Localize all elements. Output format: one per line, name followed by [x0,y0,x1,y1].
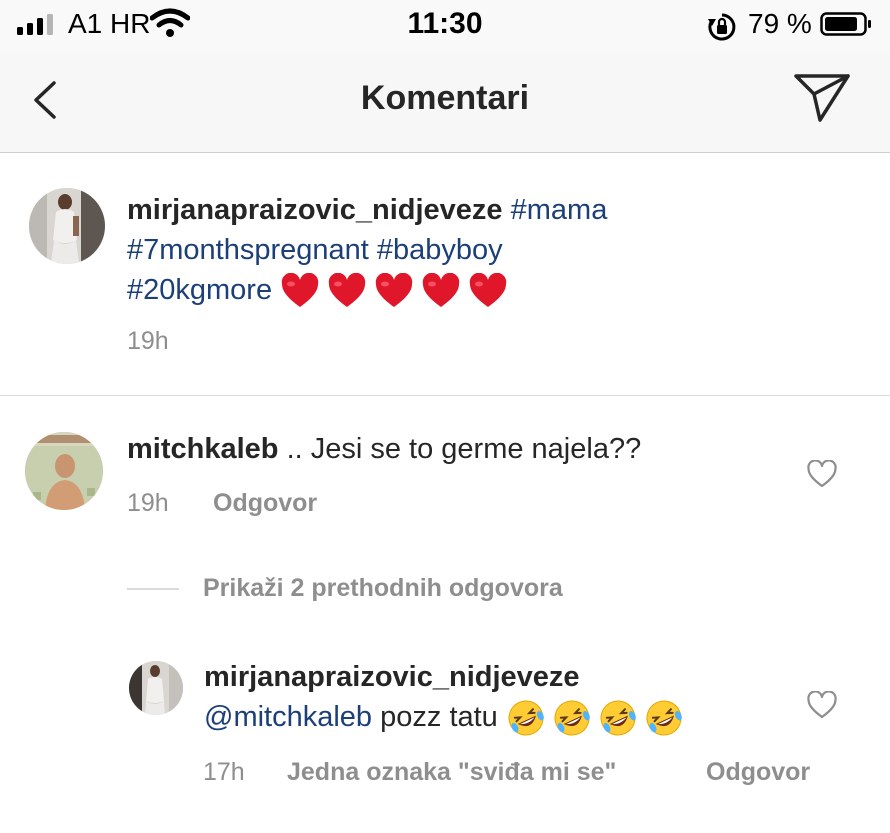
rotation-lock-icon [708,13,736,41]
page-title: Komentari [360,79,530,117]
caption-text: mirjanapraizovic_nidjeveze #mama #7month… [127,190,847,310]
reply-button[interactable]: Odgovor [706,758,810,787]
reply-timestamp: 17h [203,758,245,786]
rolling-on-floor-laughing-emoji [554,700,590,736]
avatar[interactable] [25,432,103,510]
red-heart-emoji [281,273,319,308]
rolling-on-floor-laughing-emoji [508,700,544,736]
comment-username[interactable]: mitchkaleb [127,433,279,465]
hashtag[interactable]: #babyboy [377,234,503,266]
laughing-emoji-group [506,700,690,736]
hashtag[interactable]: #20kgmore [127,274,272,306]
reply-button[interactable]: Odgovor [213,489,317,518]
rolling-on-floor-laughing-emoji [600,700,636,736]
view-previous-replies-button[interactable]: Prikaži 2 prethodnih odgovora [203,574,563,603]
caption-timestamp: 19h [127,327,169,355]
heart-outline-icon[interactable] [807,691,837,719]
red-heart-emoji [328,273,366,308]
mention-link[interactable]: @mitchkaleb [204,701,372,733]
red-heart-emoji [469,273,507,308]
heart-outline-icon[interactable] [807,460,837,488]
divider [0,395,890,396]
battery-percentage: 79 % [748,8,812,39]
rolling-on-floor-laughing-emoji [646,700,682,736]
avatar[interactable] [29,188,105,264]
comment-body: .. Jesi se to germe najela?? [286,433,642,465]
caption-username[interactable]: mirjanapraizovic_nidjeveze [127,194,503,226]
hashtag[interactable]: #mama [511,194,608,226]
reply-body: pozz tatu [380,701,498,733]
likes-count-link[interactable]: Jedna oznaka "sviđa mi se" [287,758,616,787]
red-heart-emoji [375,273,413,308]
comment-text: mitchkaleb .. Jesi se to germe najela?? [127,429,787,469]
battery-icon [820,12,871,36]
comment-timestamp: 19h [127,489,169,517]
hashtag[interactable]: #7monthspregnant [127,234,369,266]
reply-thread-line [127,588,179,590]
paper-plane-icon[interactable] [792,72,852,124]
reply-text: mirjanapraizovic_nidjeveze @mitchkaleb p… [204,657,804,738]
red-heart-emoji [422,273,460,308]
heart-emoji-group [280,273,515,308]
avatar[interactable] [129,661,183,715]
reply-username[interactable]: mirjanapraizovic_nidjeveze [204,661,580,693]
